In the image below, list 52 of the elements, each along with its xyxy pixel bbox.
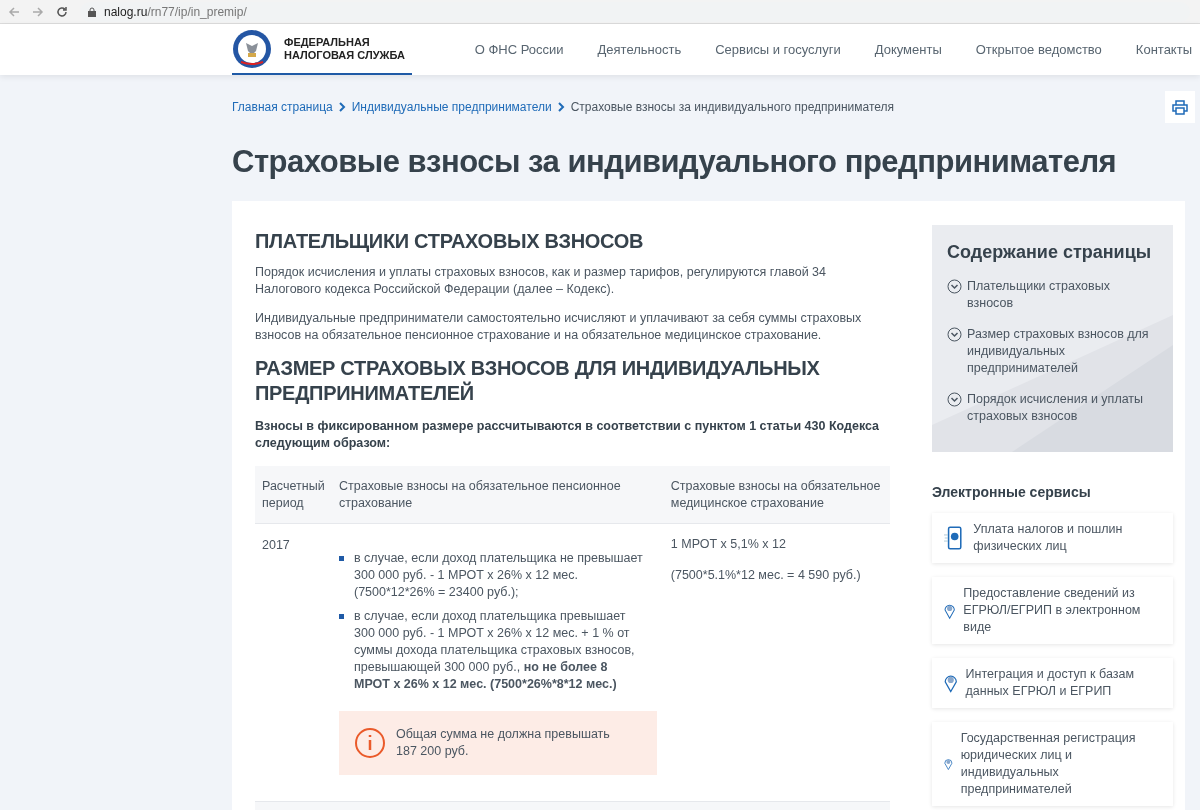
column-header: Расчетный период [261, 478, 326, 512]
chevron-down-icon [947, 327, 962, 342]
column-header: Страховые взносы на обязательное пенсионное страхование [338, 478, 622, 512]
service-card[interactable]: Интеграция и доступ к базам данных ЕГРЮЛ и ЕГРИП [932, 658, 1173, 708]
paragraph: Индивидуальные предприниматели самостоятельно исчисляют и уплачивают за себя суммы страховых взносов на обязательное пенсионное страхование и на обязательное медицинское страхование. [255, 310, 863, 344]
service-card[interactable]: Государственная регистрация юридических лиц и индивидуальных предпринимателей [932, 722, 1173, 806]
nav-link[interactable]: Сервисы и госуслуги [715, 39, 841, 60]
services-title: Электронные сервисы [932, 483, 1092, 502]
contents-title: Содержание страницы [947, 241, 1153, 264]
list-item-text: в случае, если доход плательщика превышает 300 000 руб. - 1 МРОТ х 26% х 12 мес. + 1 % от суммы дохода плательщика страховых взносов, превышающей 300 000 руб., но не более 8 МРОТ х 26% х 12 мес. (7500*26%*8*12 мес.) [354, 608, 636, 693]
chevron-down-icon [947, 392, 962, 407]
chevron-down-icon [947, 279, 962, 294]
chevron-icon [338, 102, 346, 112]
back-icon[interactable] [8, 5, 20, 18]
table-cell-text: (7500*5.1%*12 мес. = 4 590 руб.) [670, 567, 862, 584]
contents-link[interactable]: Плательщики страховых взносов [967, 278, 1158, 312]
nav-link[interactable]: Контакты [1135, 39, 1192, 60]
nav-link[interactable]: Документы [874, 39, 942, 60]
logo-text: НАЛОГОВАЯ СЛУЖБА [284, 48, 405, 62]
breadcrumb-link[interactable]: Главная страница [232, 98, 333, 116]
section-heading: ПЛАТЕЛЬЩИКИ СТРАХОВЫХ ВЗНОСОВ [255, 229, 645, 254]
lock-icon [88, 6, 96, 17]
nav-link[interactable]: Деятельность [597, 39, 682, 60]
section-heading: РАЗМЕР СТРАХОВЫХ ВЗНОСОВ ДЛЯ ИНДИВИДУАЛЬНЫХ ПРЕДПРИНИМАТЕЛЕЙ [255, 356, 821, 406]
breadcrumb-link[interactable]: Индивидуальные предприниматели [351, 98, 552, 116]
reload-icon[interactable] [56, 5, 68, 18]
emblem-icon [232, 28, 272, 69]
paragraph: Взносы в фиксированном размере рассчитываются в соответствии с пунктом 1 статьи 430 Кодекса следующим образом: [255, 418, 881, 452]
print-icon [1172, 99, 1188, 115]
service-card[interactable]: Уплата налогов и пошлин физических лиц [932, 513, 1173, 563]
chevron-icon [557, 102, 565, 112]
logo[interactable]: ФЕДЕРАЛЬНАЯ НАЛОГОВАЯ СЛУЖБА [232, 24, 412, 75]
paragraph: Порядок исчисления и уплаты страховых взносов, как и размер тарифов, регулируются главой 34 Налогового кодекса Российской Федерации (далее – Кодекс). [255, 264, 827, 298]
table-cell-text: 1 МРОТ х 5,1% х 12 [670, 536, 787, 553]
table-cell-text: 2017 [261, 537, 291, 554]
service-card[interactable]: Предоставление сведений из ЕГРЮЛ/ЕГРИП в электронном виде [932, 577, 1173, 644]
print-button[interactable] [1165, 91, 1195, 123]
forward-icon[interactable] [32, 5, 44, 18]
url-text: nalog.ru/rn77/ip/in_premip/ [104, 3, 247, 21]
contents-link[interactable]: Размер страховых взносов для индивидуальных предпринимателей [967, 326, 1158, 377]
list-item-text: в случае, если доход плательщика не превышает 300 000 руб. - 1 МРОТ х 26% х 12 мес. (7500*12*26% = 23400 руб.); [354, 550, 644, 601]
notice-text: Общая сумма не должна превышать 187 200 руб. [396, 726, 611, 760]
contents-link[interactable]: Порядок исчисления и уплаты страховых взносов [967, 391, 1158, 425]
breadcrumb-link[interactable]: Страховые взносы за индивидуального предпринимателя [570, 98, 895, 116]
nav-link[interactable]: Открытое ведомство [975, 39, 1102, 60]
bullet-icon [339, 556, 344, 561]
column-header: Страховые взносы на обязательное медицинское страхование [669, 478, 882, 512]
page-title: Страховые взносы за индивидуального предпринимателя [232, 143, 1118, 181]
logo-text: ФЕДЕРАЛЬНАЯ [284, 35, 371, 49]
info-icon [354, 727, 386, 759]
bullet-icon [339, 614, 344, 619]
nav-link[interactable]: О ФНС России [474, 39, 564, 60]
